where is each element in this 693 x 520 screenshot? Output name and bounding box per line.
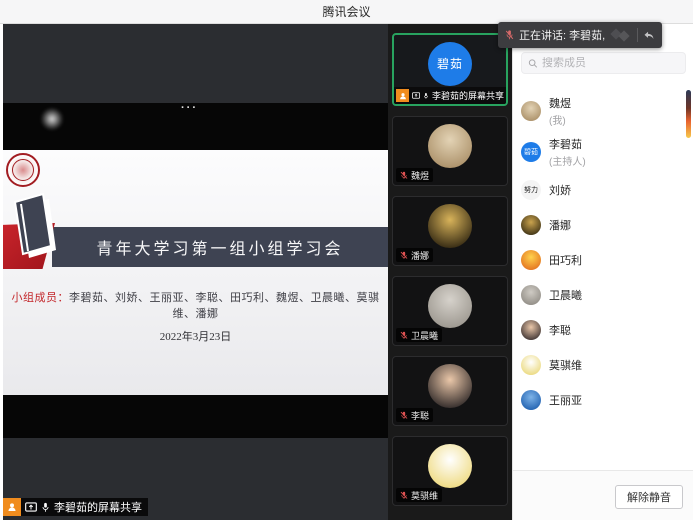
- member-row[interactable]: 莫骐维: [521, 347, 681, 382]
- participant-name-chip: 魏煜: [396, 168, 433, 182]
- member-avatar: [521, 320, 541, 340]
- muted-mic-icon: [400, 411, 408, 420]
- member-row[interactable]: 王丽亚: [521, 382, 681, 417]
- member-avatar: 努力: [521, 180, 541, 200]
- university-seal-logo: [6, 153, 40, 187]
- participant-avatar: [428, 444, 472, 488]
- toast-divider: [637, 28, 638, 42]
- member-name: 莫骐维: [549, 357, 582, 373]
- member-avatar: [521, 285, 541, 305]
- screen-share-icon: [412, 91, 420, 100]
- participant-name-chip: 莫骐维: [396, 488, 442, 502]
- video-thumbnail-speaker[interactable]: 碧茹 李碧茹的屏幕共享: [392, 33, 508, 106]
- video-thumbnail[interactable]: 李聪: [392, 356, 508, 426]
- video-thumbnail-strip: 碧茹 李碧茹的屏幕共享 魏煜 潘: [388, 24, 512, 520]
- camera-light-blob: [41, 108, 63, 130]
- presenter-badge-icon: [396, 89, 409, 102]
- member-row[interactable]: 魏煜 (我): [521, 90, 681, 131]
- member-avatar: [521, 390, 541, 410]
- window-title: 腾讯会议: [322, 3, 370, 20]
- video-thumbnail[interactable]: 卫晨曦: [392, 276, 508, 346]
- muted-mic-icon: [400, 331, 408, 340]
- mic-icon: [423, 91, 429, 101]
- member-name: 刘娇: [549, 182, 571, 198]
- toast-ghost-icons: [610, 28, 632, 42]
- video-thumbnail[interactable]: 潘娜: [392, 196, 508, 266]
- member-search-input[interactable]: [542, 57, 679, 69]
- slide-members-line: 小组成员：李碧茹、刘娇、王丽亚、李聪、田巧利、魏煜、卫晨曦、莫骐维、潘娜: [3, 289, 388, 321]
- participant-name: 卫晨曦: [411, 329, 438, 342]
- member-search-box[interactable]: [521, 52, 686, 74]
- member-avatar: [521, 215, 541, 235]
- unmute-button[interactable]: 解除静音: [615, 485, 683, 509]
- member-role: (我): [549, 112, 571, 127]
- screen-share-label: 李碧茹的屏幕共享: [54, 499, 142, 515]
- slide-members-label: 小组成员：: [12, 292, 70, 304]
- member-name: 李聪: [549, 322, 571, 338]
- collapse-toast-arrow-icon[interactable]: [643, 30, 655, 41]
- screen-share-icon: [25, 502, 37, 512]
- video-thumbnail[interactable]: 莫骐维: [392, 436, 508, 506]
- member-name: 魏煜: [549, 95, 571, 111]
- screen-share-indicator: 李碧茹的屏幕共享: [3, 498, 148, 516]
- participant-name: 莫骐维: [411, 489, 438, 502]
- speaking-toast-label: 正在讲话: 李碧茹,: [519, 27, 605, 43]
- member-name: 潘娜: [549, 217, 571, 233]
- participant-name-chip: 卫晨曦: [396, 328, 442, 342]
- member-avatar: [521, 250, 541, 270]
- participant-name-chip: 潘娜: [396, 248, 433, 262]
- presentation-slide: 青年大学习第一组小组学习会 小组成员：李碧茹、刘娇、王丽亚、李聪、田巧利、魏煜、…: [3, 150, 388, 395]
- speaker-avatar: 碧茹: [428, 42, 472, 86]
- member-row[interactable]: 李聪: [521, 312, 681, 347]
- member-name: 王丽亚: [549, 392, 582, 408]
- member-row[interactable]: 卫晨曦: [521, 277, 681, 312]
- slide-title: 青年大学习第一组小组学习会: [96, 235, 343, 259]
- participant-avatar: [428, 284, 472, 328]
- member-row[interactable]: 潘娜: [521, 207, 681, 242]
- member-avatar: 碧茹: [521, 142, 541, 162]
- muted-mic-icon: [400, 171, 408, 180]
- speaking-toast: 正在讲话: 李碧茹,: [498, 22, 662, 48]
- panel-footer: 解除静音: [513, 470, 693, 520]
- video-thumbnail[interactable]: 魏煜: [392, 116, 508, 186]
- participant-name: 魏煜: [411, 169, 429, 182]
- university-seal-inner-ring: [12, 159, 34, 181]
- participant-avatar: [428, 364, 472, 408]
- shared-screen-dots: ···: [181, 102, 198, 114]
- search-icon: [528, 58, 538, 69]
- slide-date: 2022年3月23日: [3, 328, 388, 344]
- shared-screen-stage: ··· 青年大学习第一组小组学习会 小组成员：李碧茹、刘娇、王丽亚、李聪、田巧利…: [3, 24, 388, 520]
- members-panel: 魏煜 (我) 碧茹 李碧茹 (主持人) 努力 刘娇: [512, 24, 693, 520]
- muted-mic-icon: [400, 491, 408, 500]
- participant-name-chip: 李聪: [396, 408, 433, 422]
- member-name: 李碧茹: [549, 136, 586, 152]
- member-avatar: [521, 101, 541, 121]
- book-icon: [8, 188, 60, 266]
- participant-avatar: [428, 124, 472, 168]
- member-name: 卫晨曦: [549, 287, 582, 303]
- mic-icon: [41, 502, 50, 513]
- slide-title-band: 青年大学习第一组小组学习会: [52, 227, 388, 267]
- participant-name: 李聪: [411, 409, 429, 422]
- window-titlebar: 腾讯会议: [0, 0, 693, 24]
- member-list-scrollbar[interactable]: [686, 90, 691, 138]
- participant-avatar: [428, 204, 472, 248]
- member-list: 魏煜 (我) 碧茹 李碧茹 (主持人) 努力 刘娇: [521, 90, 681, 417]
- member-avatar: [521, 355, 541, 375]
- member-row[interactable]: 努力 刘娇: [521, 172, 681, 207]
- muted-mic-icon: [400, 251, 408, 260]
- member-row[interactable]: 田巧利: [521, 242, 681, 277]
- slide-members-names: 李碧茹、刘娇、王丽亚、李聪、田巧利、魏煜、卫晨曦、莫骐维、潘娜: [69, 292, 380, 320]
- presenter-badge-icon: [3, 498, 21, 516]
- member-row[interactable]: 碧茹 李碧茹 (主持人): [521, 131, 681, 172]
- speaker-share-label: 李碧茹的屏幕共享: [432, 89, 504, 102]
- toast-muted-mic-icon: [505, 29, 514, 41]
- speaker-share-banner: 李碧茹的屏幕共享: [394, 87, 506, 104]
- member-role: (主持人): [549, 153, 586, 168]
- member-name: 田巧利: [549, 252, 582, 268]
- participant-name: 潘娜: [411, 249, 429, 262]
